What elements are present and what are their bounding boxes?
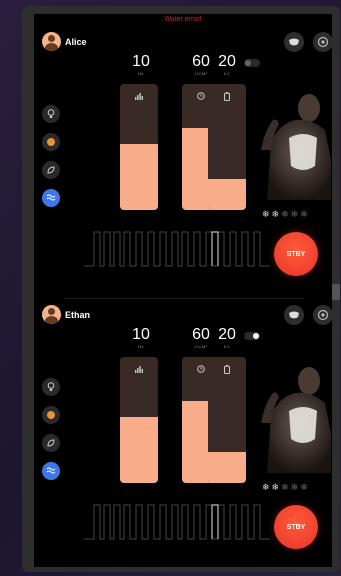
cooling-level-indicator[interactable]: ❄ ❄ ❄ ❄ ❄: [262, 209, 308, 220]
body-area-figure[interactable]: [259, 90, 331, 200]
frequency-readout: 10 Hz: [122, 53, 160, 77]
cooling-level-indicator[interactable]: ❄ ❄ ❄ ❄ ❄: [262, 482, 308, 493]
snowflake-icon: ❄: [281, 482, 289, 492]
frequency-bar-fill: [120, 144, 158, 210]
energy-bar[interactable]: [208, 357, 246, 483]
frequency-unit: Hz: [138, 344, 144, 349]
snowflake-icon: ❄: [271, 209, 280, 219]
leaf-icon[interactable]: [42, 161, 60, 179]
battery-icon: [222, 91, 232, 101]
settings-icon[interactable]: [313, 32, 332, 52]
frequency-readout: 10 Hz: [122, 326, 160, 350]
standby-button[interactable]: STBY: [274, 505, 318, 549]
mode-icon-column: [42, 105, 60, 207]
energy-value: 20: [218, 53, 236, 70]
frequency-unit: Hz: [138, 71, 144, 76]
energy-readout: 20 KJ: [208, 326, 246, 350]
orange-dot-icon[interactable]: [42, 406, 60, 424]
top-icon-group: [284, 305, 332, 325]
energy-value: 20: [218, 326, 236, 343]
signal-bars-icon: [134, 364, 144, 374]
snowflake-icon: ❄: [262, 209, 270, 219]
user-avatar-icon: [42, 305, 61, 324]
snowflake-icon: ❄: [300, 482, 308, 492]
frequency-bar[interactable]: [120, 357, 158, 483]
energy-bar-fill: [208, 451, 246, 483]
snowflake-icon: ❄: [290, 482, 299, 492]
energy-bar-fill: [208, 178, 246, 210]
bulb-icon[interactable]: [42, 105, 60, 123]
user-header[interactable]: Ethan: [42, 305, 90, 324]
leaf-icon[interactable]: [42, 434, 60, 452]
energy-unit: KJ: [224, 71, 230, 76]
frequency-value: 10: [132, 326, 150, 343]
frequency-bar-fill: [120, 417, 158, 483]
orange-dot-icon[interactable]: [42, 133, 60, 151]
waves-icon[interactable]: [42, 189, 60, 207]
snowflake-icon: ❄: [281, 209, 289, 219]
snowflake-icon: ❄: [290, 209, 299, 219]
toggle-knob: [245, 60, 251, 66]
snowflake-icon: ❄: [262, 482, 270, 492]
user-header[interactable]: Alice: [42, 32, 87, 51]
water-error-message: Water error!: [164, 16, 202, 23]
body-area-figure[interactable]: [259, 363, 331, 473]
snowflake-icon: ❄: [271, 482, 280, 492]
waves-icon[interactable]: [42, 462, 60, 480]
energy-unit: KJ: [224, 344, 230, 349]
pulse-waveform: [84, 222, 270, 272]
standby-button[interactable]: STBY: [274, 232, 318, 276]
battery-icon: [222, 364, 232, 374]
timer-icon: [196, 91, 206, 101]
energy-readout: 20 KJ: [208, 53, 246, 77]
user-name: Ethan: [65, 309, 91, 320]
hair-removal-icon[interactable]: [284, 305, 304, 325]
pulse-waveform: [84, 495, 270, 545]
timer-icon: [196, 364, 206, 374]
side-drawer-handle[interactable]: [332, 284, 340, 300]
user-avatar-icon: [42, 32, 61, 51]
hair-removal-icon[interactable]: [284, 32, 304, 52]
settings-icon[interactable]: [313, 305, 332, 325]
snowflake-icon: ❄: [300, 209, 308, 219]
mode-icon-column: [42, 378, 60, 480]
energy-bar[interactable]: [208, 84, 246, 210]
signal-bars-icon: [134, 91, 144, 101]
treatment-panel-1: Alice 10 Hz 60 J/CM² 20 KJ ❄ ❄ ❄ ❄ ❄ STB…: [34, 32, 332, 292]
frequency-bar[interactable]: [120, 84, 158, 210]
energy-toggle[interactable]: [244, 59, 260, 67]
user-name: Alice: [65, 36, 87, 47]
energy-toggle[interactable]: [244, 332, 260, 340]
top-icon-group: [284, 32, 332, 52]
bulb-icon[interactable]: [42, 378, 60, 396]
toggle-knob: [253, 333, 259, 339]
device-screen: Water error! Alice 10 Hz 60 J/CM² 20 KJ …: [34, 14, 332, 567]
frequency-value: 10: [132, 53, 150, 70]
panel-divider: [64, 298, 304, 299]
treatment-panel-2: Ethan 10 Hz 60 J/CM² 20 KJ ❄ ❄ ❄ ❄ ❄ STB…: [34, 305, 332, 565]
